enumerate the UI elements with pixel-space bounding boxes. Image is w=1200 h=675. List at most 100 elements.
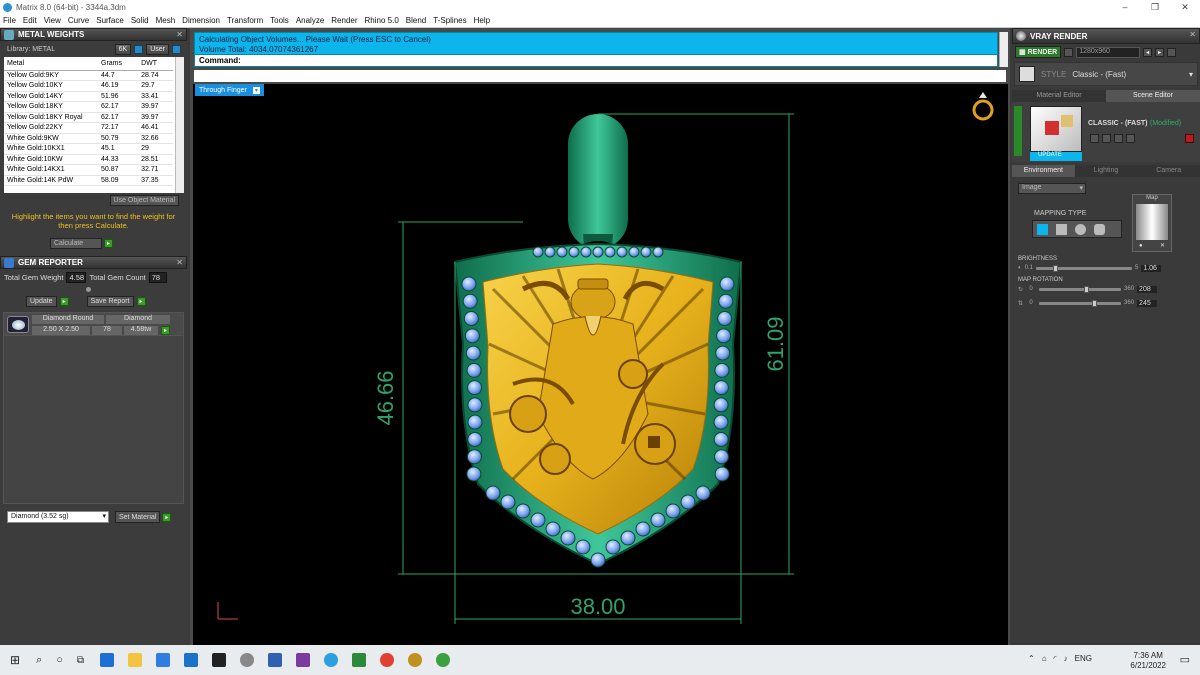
mode-6k-toggle[interactable] bbox=[134, 44, 144, 54]
calculate-button[interactable]: Calculate bbox=[50, 237, 102, 249]
app-icon-green[interactable] bbox=[436, 653, 451, 667]
close-icon[interactable]: ✕ bbox=[1189, 30, 1196, 39]
tab-camera[interactable]: Camera bbox=[1137, 165, 1200, 177]
chevron-up-icon[interactable]: ⌃ bbox=[1028, 654, 1035, 663]
folder-icon[interactable] bbox=[1102, 134, 1111, 143]
map-preview[interactable]: Map ● ✕ bbox=[1132, 194, 1172, 252]
preset-collapse-handle[interactable] bbox=[1014, 106, 1022, 156]
map-clear-icon[interactable]: ✕ bbox=[1160, 242, 1165, 249]
material-select[interactable]: Diamond (3.52 sg) ▾ bbox=[7, 511, 109, 523]
metal-table-scrollbar[interactable] bbox=[175, 57, 184, 193]
table-row[interactable]: White Gold:10KW 44.33 28.51 bbox=[4, 154, 173, 165]
tab-scene-editor[interactable]: Scene Editor bbox=[1106, 90, 1200, 102]
brightness-slider[interactable] bbox=[1035, 264, 1132, 272]
cortana-icon[interactable]: ○ bbox=[56, 654, 63, 666]
volume-icon[interactable]: ♪ bbox=[1064, 654, 1068, 663]
menu-view[interactable]: View bbox=[44, 16, 61, 25]
paste-icon[interactable] bbox=[1126, 134, 1135, 143]
render-button[interactable]: ▦ RENDER bbox=[1015, 46, 1062, 58]
mail-icon[interactable] bbox=[184, 653, 199, 667]
menu-edit[interactable]: Edit bbox=[23, 16, 37, 25]
close-button[interactable]: ✕ bbox=[1170, 0, 1200, 14]
table-row[interactable]: Yellow Gold:18KY Royal 62.17 39.97 bbox=[4, 112, 173, 123]
save-report-go-icon[interactable]: ▸ bbox=[136, 296, 146, 306]
rotation-value-2[interactable]: 245 bbox=[1137, 299, 1158, 307]
camera-icon[interactable] bbox=[1064, 47, 1074, 57]
calculate-go-icon[interactable]: ▸ bbox=[104, 238, 113, 248]
menu-mesh[interactable]: Mesh bbox=[156, 16, 176, 25]
store-icon[interactable] bbox=[156, 653, 171, 667]
preset-update-button[interactable]: UPDATE bbox=[1030, 152, 1082, 161]
mode-6k-button[interactable]: 6K bbox=[114, 43, 132, 55]
column-dwt[interactable]: DWT bbox=[138, 57, 173, 71]
search-icon[interactable]: ⌕ bbox=[36, 654, 42, 667]
grid-icon[interactable] bbox=[1167, 47, 1177, 57]
table-row[interactable]: White Gold:14K PdW 58.09 37.35 bbox=[4, 175, 173, 186]
file-explorer-icon[interactable] bbox=[128, 653, 143, 667]
menu-blend[interactable]: Blend bbox=[406, 16, 426, 25]
prev-icon[interactable]: ◂ bbox=[1143, 47, 1153, 57]
copy-icon[interactable] bbox=[1114, 134, 1123, 143]
rotation-value-1[interactable]: 208 bbox=[1137, 285, 1158, 293]
mapping-plane-icon[interactable] bbox=[1037, 223, 1048, 235]
tab-environment[interactable]: Environment bbox=[1012, 165, 1075, 177]
notifications-icon[interactable]: ▭ bbox=[1180, 653, 1190, 666]
task-view-icon[interactable]: ⧉ bbox=[77, 655, 84, 666]
close-icon[interactable]: ✕ bbox=[176, 258, 183, 267]
menu-dimension[interactable]: Dimension bbox=[182, 16, 220, 25]
brightness-slider-knob[interactable] bbox=[1053, 264, 1059, 272]
rotation-slider-1-knob[interactable] bbox=[1083, 285, 1089, 293]
ring-view-icon[interactable] bbox=[972, 92, 994, 121]
set-material-go-icon[interactable]: ▸ bbox=[162, 512, 172, 522]
environment-select[interactable]: Image ▾ bbox=[1018, 183, 1086, 194]
set-material-button[interactable]: Set Material bbox=[115, 511, 161, 523]
app-icon-gold[interactable] bbox=[408, 653, 423, 667]
app-icon-blue[interactable] bbox=[268, 653, 283, 667]
command-scrollbar[interactable] bbox=[999, 32, 1008, 67]
resolution-field[interactable]: 1280x960 bbox=[1076, 46, 1141, 58]
gem-go-icon[interactable]: ▸ bbox=[161, 326, 170, 335]
chrome-icon[interactable] bbox=[380, 653, 395, 667]
tab-material-editor[interactable]: Material Editor bbox=[1012, 90, 1106, 102]
language-indicator[interactable]: ENG bbox=[1075, 654, 1092, 663]
table-row[interactable]: White Gold:9KW 50.79 32.66 bbox=[4, 133, 173, 144]
style-row[interactable]: STYLE Classic - (Fast) ▾ bbox=[1014, 62, 1198, 86]
system-clock[interactable]: 7:36 AM 6/21/2022 bbox=[1130, 651, 1166, 671]
rotation-slider-2-knob[interactable] bbox=[1091, 299, 1097, 307]
gem-splitter[interactable] bbox=[0, 285, 187, 294]
maximize-button[interactable]: ❐ bbox=[1140, 0, 1170, 14]
excel-icon[interactable] bbox=[352, 653, 367, 667]
update-go-icon[interactable]: ▸ bbox=[59, 296, 69, 306]
menu-render[interactable]: Render bbox=[331, 16, 357, 25]
save-icon[interactable] bbox=[1090, 134, 1099, 143]
column-grams[interactable]: Grams bbox=[98, 57, 139, 71]
table-row[interactable]: Yellow Gold:9KY 44.7 28.74 bbox=[4, 70, 173, 81]
mapping-sphere-icon[interactable] bbox=[1075, 223, 1086, 235]
mode-user-toggle[interactable] bbox=[172, 44, 181, 54]
save-report-button[interactable]: Save Report bbox=[86, 295, 134, 307]
menu-curve[interactable]: Curve bbox=[68, 16, 89, 25]
menu-surface[interactable]: Surface bbox=[96, 16, 124, 25]
edge-icon[interactable] bbox=[100, 653, 115, 667]
wifi-icon[interactable]: ◜ bbox=[1054, 654, 1057, 663]
rotation-slider-1[interactable] bbox=[1039, 285, 1122, 293]
gem-list-item[interactable]: Diamond Round Diamond 2.50 X 2.50 78 4.5… bbox=[3, 312, 184, 336]
menu-solid[interactable]: Solid bbox=[131, 16, 149, 25]
use-object-material-select[interactable]: Use Object Material bbox=[109, 195, 179, 206]
mode-user-button[interactable]: User bbox=[146, 43, 169, 55]
mapping-cylinder-icon[interactable] bbox=[1094, 223, 1105, 235]
mapping-box-icon[interactable] bbox=[1056, 223, 1067, 235]
app-icon-purple[interactable] bbox=[296, 653, 311, 667]
network-icon[interactable]: ⌂ bbox=[1042, 654, 1047, 663]
menu-analyze[interactable]: Analyze bbox=[296, 16, 324, 25]
menu-rhino[interactable]: Rhino 5.0 bbox=[365, 16, 399, 25]
map-edit-icon[interactable]: ● bbox=[1139, 243, 1143, 249]
table-row[interactable]: Yellow Gold:14KY 51.96 33.41 bbox=[4, 91, 173, 102]
menu-transform[interactable]: Transform bbox=[227, 16, 263, 25]
tab-lighting[interactable]: Lighting bbox=[1074, 165, 1138, 177]
menu-tools[interactable]: Tools bbox=[270, 16, 289, 25]
table-row[interactable]: Yellow Gold:18KY 62.17 39.97 bbox=[4, 101, 173, 113]
app-icon-gray[interactable] bbox=[240, 653, 255, 667]
minimize-button[interactable]: – bbox=[1110, 0, 1140, 14]
table-row[interactable]: White Gold:14KX1 50.87 32.71 bbox=[4, 164, 173, 176]
